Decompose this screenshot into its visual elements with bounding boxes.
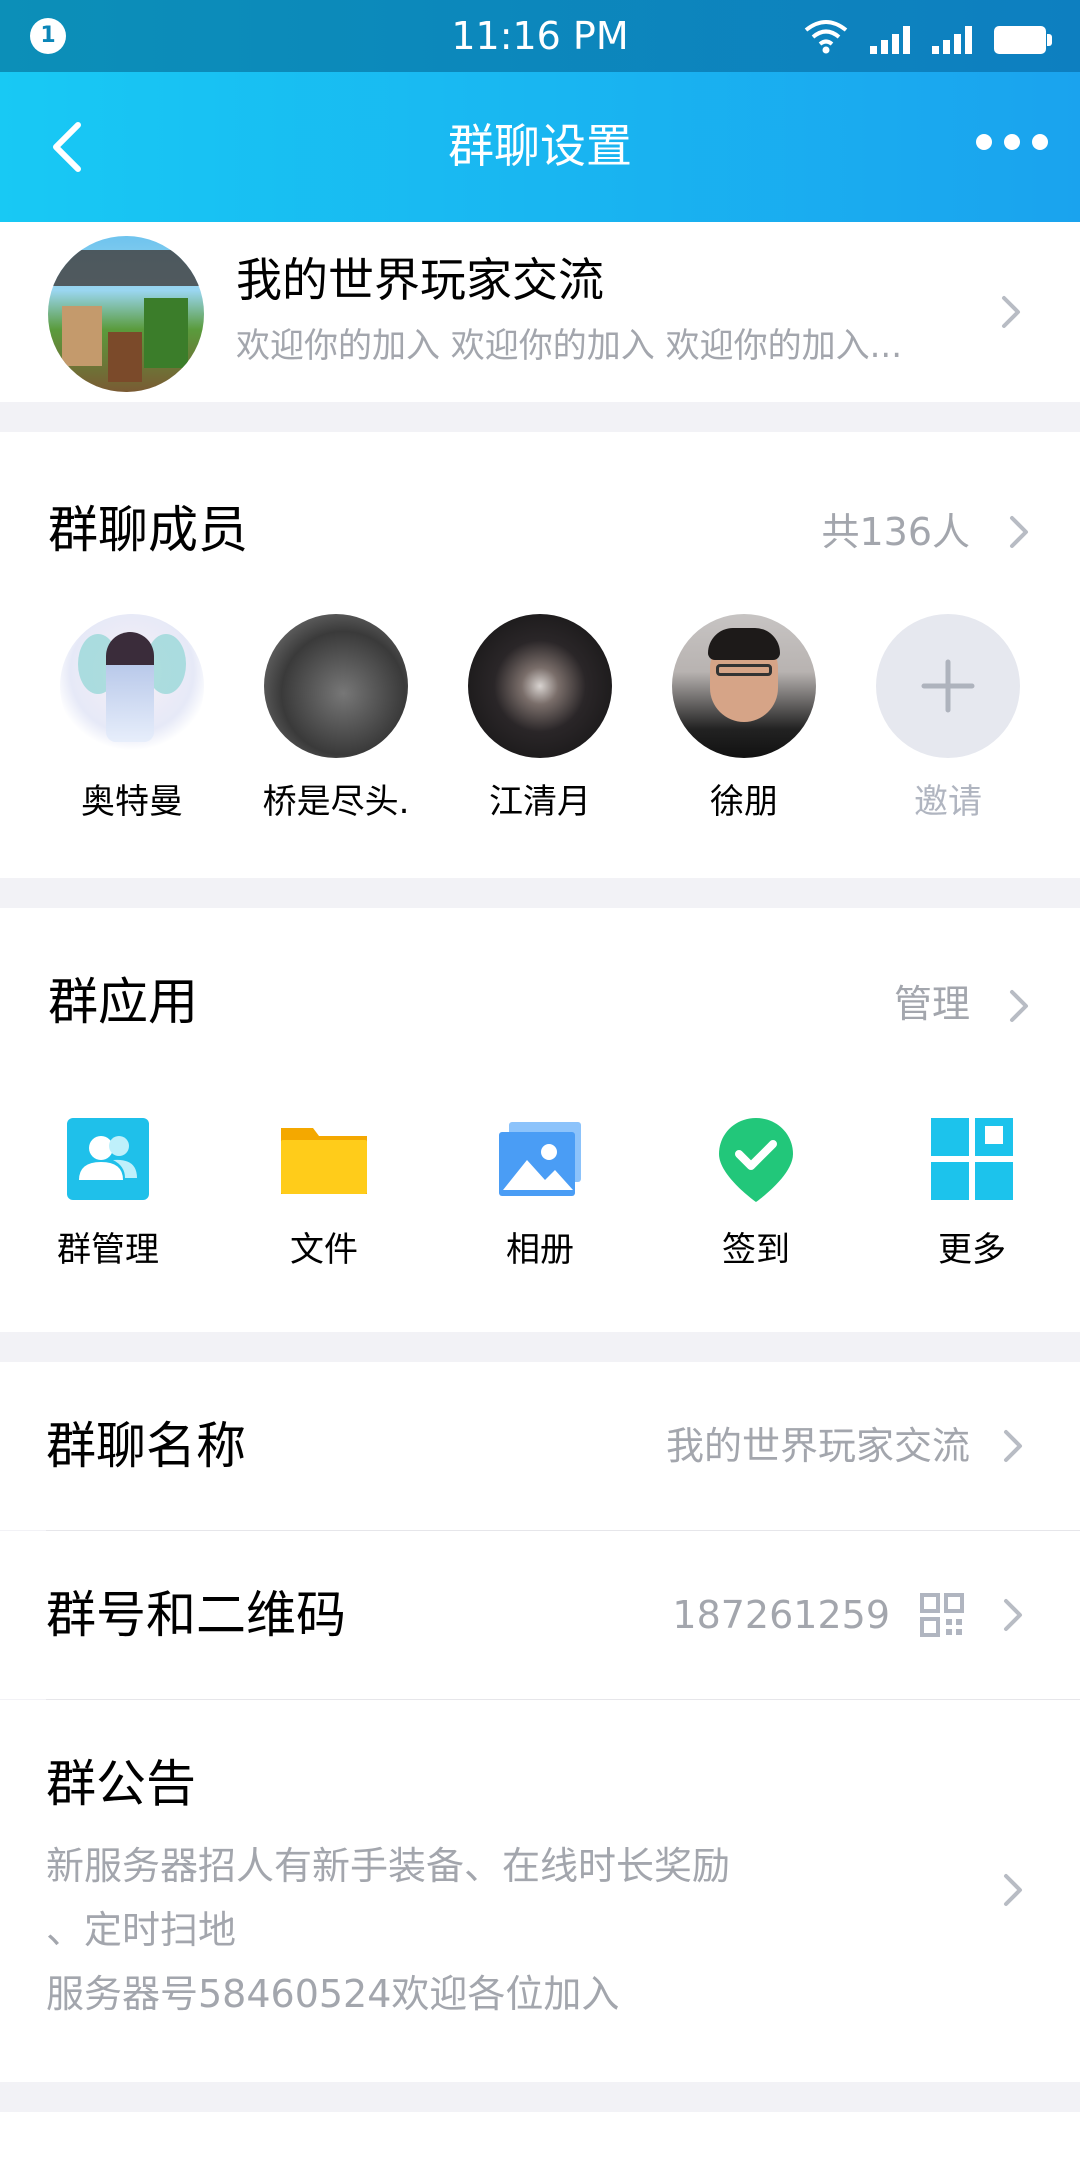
group-id-value: 187261259 [672, 1593, 890, 1637]
notice-line: 服务器号58460524欢迎各位加入 [46, 1972, 620, 2016]
invite-member-button[interactable]: 邀请 [858, 614, 1038, 824]
member-item[interactable]: 桥是尽头. [246, 614, 426, 824]
group-manage-icon [67, 1118, 149, 1200]
member-item[interactable]: 徐朋 [654, 614, 834, 824]
app-group-manage[interactable]: 群管理 [28, 1114, 188, 1272]
app-label: 文件 [290, 1230, 358, 1270]
member-name: 桥是尽头. [262, 782, 410, 822]
wifi-icon [804, 20, 848, 54]
members-title: 群聊成员 [48, 501, 248, 559]
member-name: 奥特曼 [81, 782, 183, 822]
chevron-right-icon [1002, 1426, 1024, 1466]
group-avatar [48, 236, 204, 392]
signal-icon-2 [932, 24, 972, 54]
group-description: 欢迎你的加入 欢迎你的加入 欢迎你的加入... [236, 326, 903, 366]
qr-code-icon[interactable] [920, 1593, 964, 1637]
member-avatar [264, 614, 408, 758]
folder-icon [281, 1128, 367, 1194]
invite-label: 邀请 [914, 782, 982, 822]
notice-content: 新服务器招人有新手装备、在线时长奖励 、定时扫地 服务器号58460524欢迎各… [46, 1834, 946, 2026]
member-avatar [672, 614, 816, 758]
chevron-right-icon [1000, 292, 1022, 332]
group-name: 我的世界玩家交流 [236, 253, 604, 307]
add-icon [876, 614, 1020, 758]
member-avatar [60, 614, 204, 758]
page-title: 群聊设置 [448, 119, 632, 173]
more-apps-icon [931, 1118, 1013, 1200]
apps-title: 群应用 [48, 973, 198, 1031]
chevron-right-icon [1002, 1870, 1024, 1910]
members-count[interactable]: 共136人 [821, 506, 970, 558]
next-section [0, 2112, 1080, 2160]
group-name-label: 群聊名称 [46, 1417, 246, 1475]
chevron-right-icon [1002, 1595, 1024, 1635]
member-item[interactable]: 奥特曼 [42, 614, 222, 824]
status-icons [804, 18, 1052, 54]
apps-manage[interactable]: 管理 [894, 978, 970, 1030]
member-avatar [468, 614, 612, 758]
status-bar: 1 11:16 PM [0, 0, 1080, 72]
member-name: 江清月 [489, 782, 591, 822]
app-label: 签到 [722, 1230, 790, 1270]
chevron-right-icon[interactable] [1008, 986, 1030, 1026]
nav-bar: 群聊设置 [0, 72, 1080, 222]
signal-icon-1 [870, 24, 910, 54]
checkin-icon [719, 1118, 793, 1202]
group-id-label: 群号和二维码 [46, 1586, 346, 1644]
more-options-icon[interactable] [976, 134, 1048, 150]
app-album[interactable]: 相册 [460, 1114, 620, 1272]
app-files[interactable]: 文件 [244, 1114, 404, 1272]
app-label: 相册 [506, 1230, 574, 1270]
photo-album-icon [499, 1122, 581, 1196]
group-header[interactable] [0, 222, 1080, 402]
notice-line: 、定时扫地 [46, 1908, 237, 1952]
group-name-value: 我的世界玩家交流 [665, 1424, 970, 1468]
app-label: 更多 [938, 1230, 1006, 1270]
notice-label: 群公告 [46, 1755, 196, 1813]
app-checkin[interactable]: 签到 [676, 1114, 836, 1272]
group-id-row[interactable]: 群号和二维码 187261259 [0, 1531, 1080, 1699]
app-more[interactable]: 更多 [892, 1114, 1052, 1272]
member-name: 徐朋 [710, 782, 778, 822]
chevron-right-icon[interactable] [1008, 512, 1030, 552]
member-item[interactable]: 江清月 [450, 614, 630, 824]
group-name-row[interactable]: 群聊名称 我的世界玩家交流 [0, 1362, 1080, 1530]
battery-icon [994, 26, 1052, 54]
app-label: 群管理 [57, 1230, 159, 1270]
notice-line: 新服务器招人有新手装备、在线时长奖励 [46, 1844, 731, 1888]
